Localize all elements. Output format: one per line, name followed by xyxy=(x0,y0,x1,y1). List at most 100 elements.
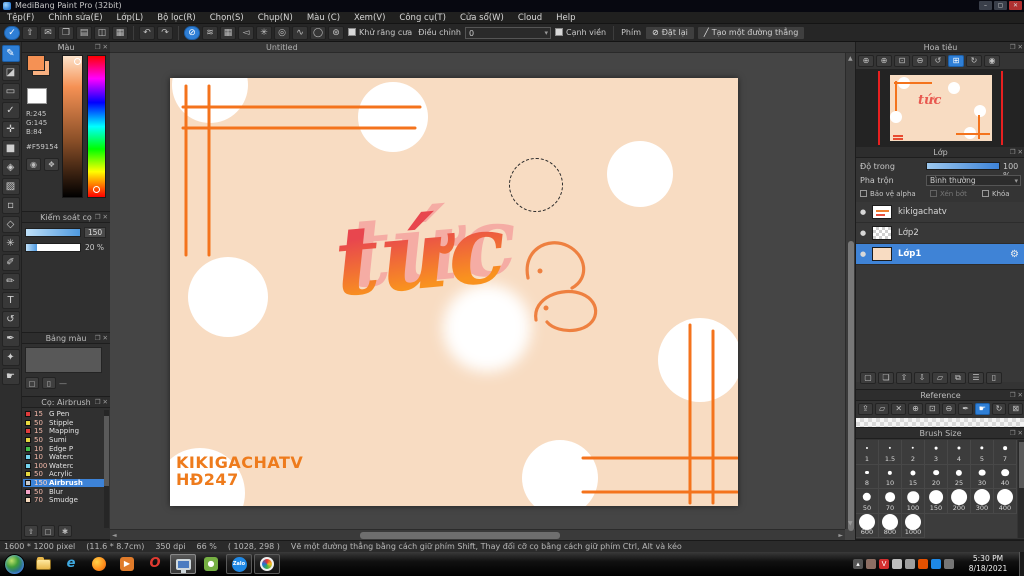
close-icon[interactable]: ✕ xyxy=(1018,391,1023,399)
hue-marker[interactable] xyxy=(93,186,100,193)
layer-row-Lớp1[interactable]: ● Lớp1 ⚙ xyxy=(856,244,1024,265)
layer-visibility-icon[interactable]: ● xyxy=(860,229,872,237)
merge-layer-icon[interactable]: ⧉ xyxy=(950,372,966,384)
maximize-button[interactable]: ▢ xyxy=(994,1,1007,10)
gradient-tool[interactable]: ▨ xyxy=(1,178,20,195)
popout-icon[interactable]: ❐ xyxy=(1010,391,1016,399)
ref-hand-icon[interactable]: ☛ xyxy=(974,403,990,415)
move-tool[interactable]: ✛ xyxy=(1,121,20,138)
export-icon[interactable]: ▦ xyxy=(112,25,128,40)
lock-view-icon[interactable]: ◉ xyxy=(984,55,1000,67)
brush-size-8[interactable]: 8 xyxy=(856,464,879,489)
zoom-in-alt-icon[interactable]: ⊕ xyxy=(876,55,892,67)
brush-control-header[interactable]: Kiểm soát cọ ❐ ✕ xyxy=(22,212,110,223)
brush-item[interactable]: 50 Stipple xyxy=(23,419,104,428)
cloud-save-icon[interactable]: ✓ xyxy=(4,25,20,40)
brush-upload-icon[interactable]: ⇧ xyxy=(24,525,38,537)
close-icon[interactable]: ✕ xyxy=(103,398,108,406)
brush-size-800[interactable]: 800 xyxy=(879,513,902,538)
brush-size-70[interactable]: 70 xyxy=(879,489,902,514)
brush-item[interactable]: 10 Edge P xyxy=(23,444,104,453)
taskbar-medibang[interactable] xyxy=(170,554,196,574)
taskbar-firefox[interactable] xyxy=(86,554,112,574)
horizontal-scroll-thumb[interactable] xyxy=(360,532,560,539)
tray-volume-icon[interactable] xyxy=(892,559,902,569)
lasso-tool[interactable]: ◇ xyxy=(1,216,20,233)
zoom-in-icon[interactable]: ⊕ xyxy=(858,55,874,67)
concentric-snap-icon[interactable]: ◎ xyxy=(274,25,290,40)
open-folder-icon[interactable]: ▱ xyxy=(874,403,890,415)
brush-settings-icon[interactable]: ✱ xyxy=(58,525,72,537)
close-button[interactable]: ✕ xyxy=(1009,1,1022,10)
close-icon[interactable]: ✕ xyxy=(1018,148,1023,156)
ref-rotate-icon[interactable]: ↻ xyxy=(991,403,1007,415)
brush-size-slider[interactable] xyxy=(25,228,81,237)
menu-item-4[interactable]: Chọn(S) xyxy=(203,12,251,24)
layer-row-kikigachatv[interactable]: ● kikigachatv xyxy=(856,202,1024,223)
menu-item-0[interactable]: Tệp(F) xyxy=(0,12,41,24)
clear-ref-icon[interactable]: ✕ xyxy=(891,403,907,415)
polyline-select-tool[interactable]: ✓ xyxy=(1,102,20,119)
brush-size-10[interactable]: 10 xyxy=(879,464,902,489)
popout-icon[interactable]: ❐ xyxy=(95,334,101,342)
layer-up-icon[interactable]: ⇧ xyxy=(896,372,912,384)
start-button[interactable] xyxy=(4,553,25,575)
rotate-tool[interactable]: ↺ xyxy=(1,311,20,328)
ellipse-snap-icon[interactable]: ◯ xyxy=(310,25,326,40)
layer-visibility-icon[interactable]: ● xyxy=(860,250,872,258)
menu-item-5[interactable]: Chụp(N) xyxy=(251,12,300,24)
menu-item-7[interactable]: Xem(V) xyxy=(347,12,392,24)
popout-icon[interactable]: ❐ xyxy=(1010,148,1016,156)
close-icon[interactable]: ✕ xyxy=(103,213,108,221)
navigator-header[interactable]: Hoa tiêu ❐ ✕ xyxy=(856,42,1024,53)
layer-folder-icon[interactable]: ▱ xyxy=(932,372,948,384)
ref-fit-icon[interactable]: ⊡ xyxy=(924,403,940,415)
drawing-canvas[interactable]: tức tức KIKIGACHATV HĐ247 xyxy=(170,78,738,506)
popout-icon[interactable]: ❐ xyxy=(1010,429,1016,437)
brush-list-header[interactable]: Cọ: Airbrush ❐ ✕ xyxy=(22,397,110,408)
menu-item-1[interactable]: Chỉnh sửa(E) xyxy=(41,12,109,24)
menu-item-8[interactable]: Công cụ(T) xyxy=(392,12,453,24)
brush-item[interactable]: 15 G Pen xyxy=(23,410,104,419)
scroll-down-icon[interactable]: ▼ xyxy=(848,518,853,529)
brush-size-150[interactable]: 150 xyxy=(925,489,948,514)
taskbar-greenapp[interactable]: ● xyxy=(198,554,224,574)
brush-item[interactable]: 100 Waterc xyxy=(23,462,104,471)
save-icon[interactable]: ◫ xyxy=(94,25,110,40)
rotate-left-icon[interactable]: ↺ xyxy=(930,55,946,67)
tray-opera-icon[interactable] xyxy=(918,559,928,569)
publish-icon[interactable]: ⇧ xyxy=(22,25,38,40)
scroll-up-icon[interactable]: ▲ xyxy=(848,53,853,64)
layer-down-icon[interactable]: ⇩ xyxy=(914,372,930,384)
alpha-lock-checkbox[interactable]: Bảo vệ alpha xyxy=(860,190,916,198)
brush-size-1[interactable]: 1 xyxy=(856,440,879,465)
navigator-preview[interactable]: tức xyxy=(856,69,1024,147)
taskbar-clock[interactable]: 5:30 PM 8/18/2021 xyxy=(960,554,1016,574)
brush-size-40[interactable]: 40 xyxy=(994,464,1017,489)
zoom-out-icon[interactable]: ⊖ xyxy=(912,55,928,67)
brush-size-5[interactable]: 5 xyxy=(971,440,994,465)
vertical-scrollbar[interactable]: ▲ ▼ xyxy=(845,53,855,531)
taskbar-mediaplayer[interactable]: ▶ xyxy=(114,554,140,574)
show-desktop-button[interactable] xyxy=(1019,552,1024,576)
ref-expand-icon[interactable]: ⊠ xyxy=(1008,403,1024,415)
close-icon[interactable]: ✕ xyxy=(103,334,108,342)
brush-item[interactable]: 50 Acrylic xyxy=(23,470,104,479)
tray-arrow-icon[interactable]: ▴ xyxy=(853,559,863,569)
brush-size-2[interactable]: 2 xyxy=(902,440,925,465)
brush-size-50[interactable]: 50 xyxy=(856,489,879,514)
brush-size-30[interactable]: 30 xyxy=(971,464,994,489)
hue-bar[interactable] xyxy=(87,55,106,198)
background-color-swatch[interactable] xyxy=(27,88,47,104)
taskbar-explorer[interactable] xyxy=(30,554,56,574)
brush-size-15[interactable]: 15 xyxy=(902,464,925,489)
layer-settings-icon[interactable]: ☰ xyxy=(968,372,984,384)
menu-item-3[interactable]: Bộ lọc(R) xyxy=(150,12,203,24)
brush-size-3[interactable]: 3 xyxy=(925,440,948,465)
eyedropper-tool[interactable]: ✦ xyxy=(1,349,20,366)
brush-opacity-slider[interactable] xyxy=(25,243,81,252)
undo-icon[interactable]: ↶ xyxy=(139,25,155,40)
layer-row-Lớp2[interactable]: ● Lớp2 xyxy=(856,223,1024,244)
horizontal-scrollbar[interactable]: ◄ ► xyxy=(110,529,845,540)
brush-list-scrollbar[interactable] xyxy=(104,410,109,528)
